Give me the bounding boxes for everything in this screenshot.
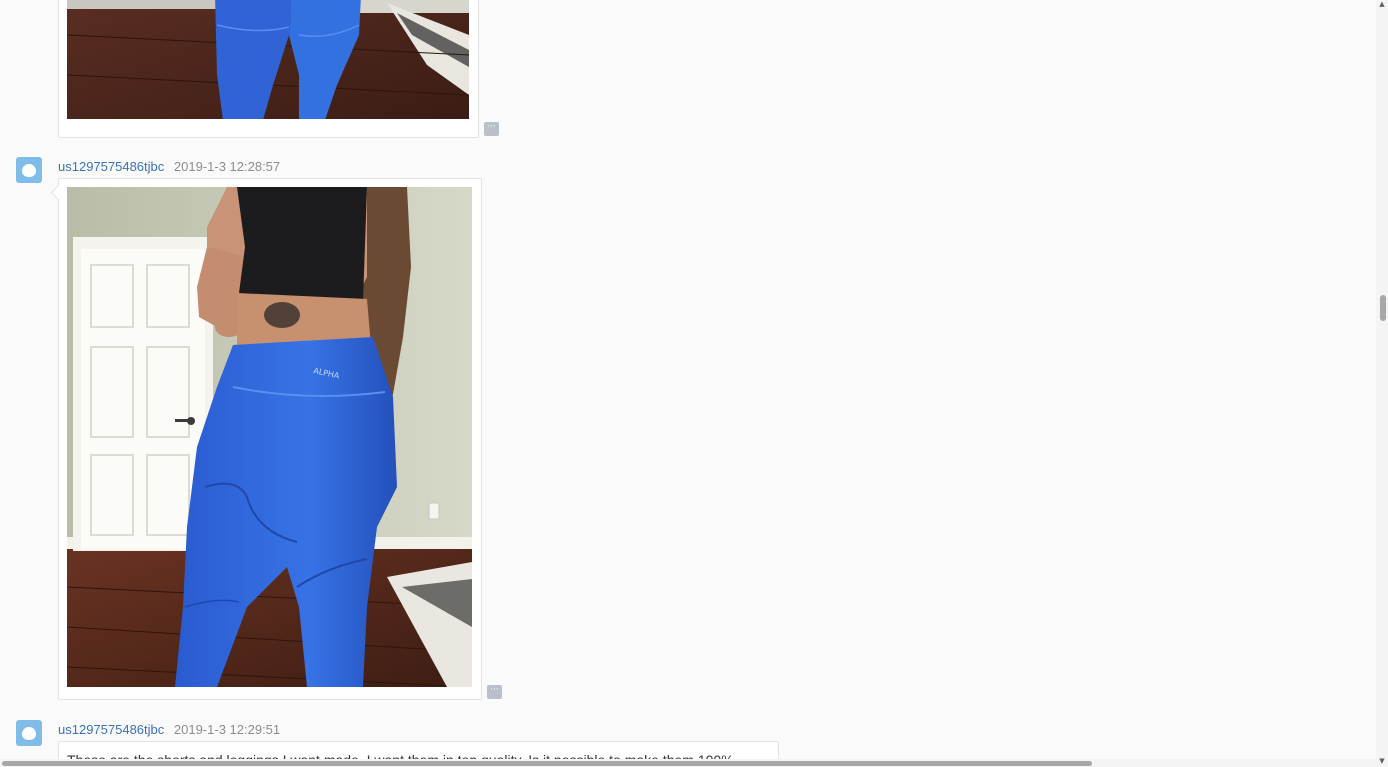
user-avatar-icon[interactable]	[16, 157, 42, 183]
ellipsis-icon: ···	[490, 685, 499, 695]
horizontal-scrollbar[interactable]	[0, 759, 1376, 767]
chat-history-viewport: ··· us1297575486tjbc 2019-1-3 12:28:57 A…	[0, 0, 1388, 767]
vertical-scroll-thumb[interactable]	[1380, 295, 1386, 321]
message-more-button[interactable]: ···	[487, 685, 502, 699]
message-more-button[interactable]: ···	[484, 122, 499, 136]
message-photo[interactable]	[67, 0, 469, 125]
arrow-up-icon[interactable]: ▲	[1378, 0, 1386, 8]
message-timestamp: 2019-1-3 12:28:57	[173, 159, 281, 174]
photo-woman-blue-leggings: ALPHA	[67, 187, 472, 687]
message-timestamp: 2019-1-3 12:29:51	[173, 722, 281, 737]
message-image-bubble: ALPHA	[50, 178, 482, 700]
arrow-down-icon[interactable]: ▼	[1378, 757, 1386, 765]
message-photo[interactable]: ALPHA	[67, 187, 472, 687]
horizontal-scroll-thumb[interactable]	[2, 761, 1092, 766]
message-username[interactable]: us1297575486tjbc	[58, 722, 164, 737]
bubble-pointer	[50, 184, 67, 201]
user-avatar-icon[interactable]	[16, 720, 42, 746]
photo-legs-front	[67, 0, 469, 125]
vertical-scrollbar[interactable]: ▲ ▼	[1376, 0, 1388, 767]
message-username[interactable]: us1297575486tjbc	[58, 159, 164, 174]
ellipsis-icon: ···	[487, 122, 496, 132]
message-header: us1297575486tjbc 2019-1-3 12:28:57	[58, 159, 280, 175]
message-header: us1297575486tjbc 2019-1-3 12:29:51	[58, 722, 280, 738]
message-image-bubble	[58, 0, 479, 138]
